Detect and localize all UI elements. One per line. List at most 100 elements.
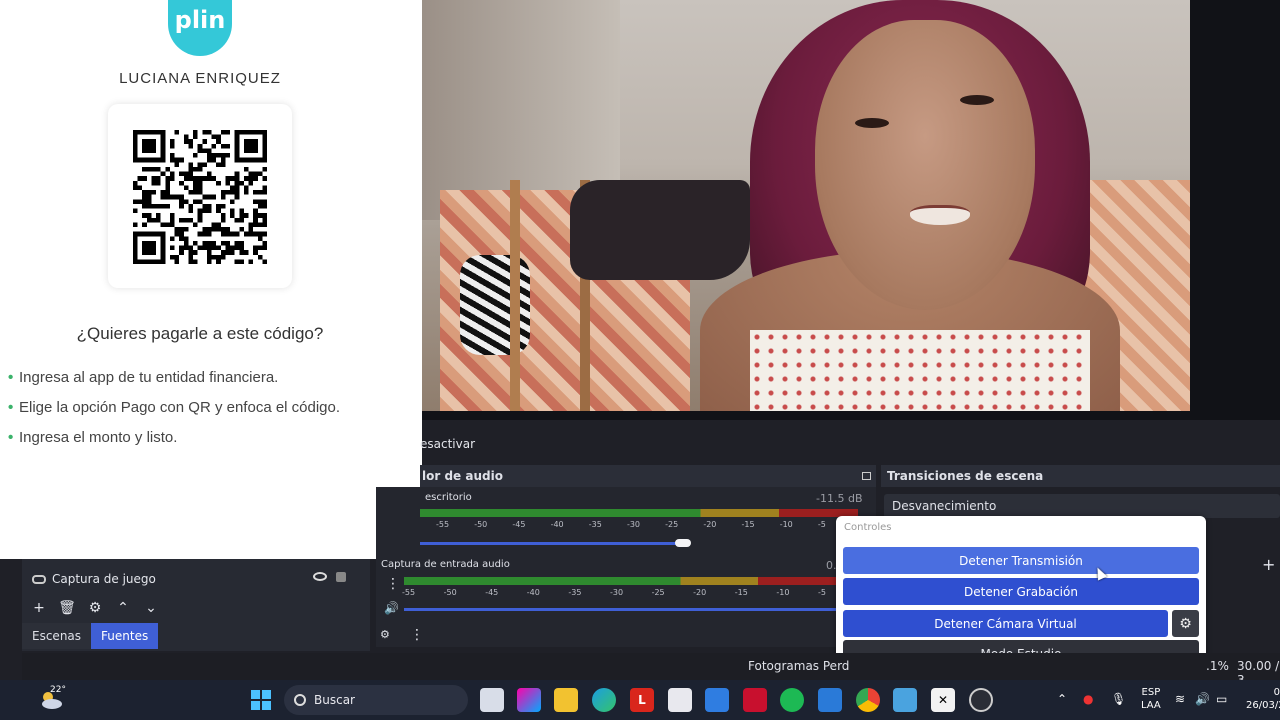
language-indicator[interactable]: ESP LAA: [1141, 686, 1161, 712]
volume-slider[interactable]: [420, 542, 682, 545]
edge-icon[interactable]: [592, 688, 616, 712]
visibility-eye-icon[interactable]: [313, 572, 327, 581]
start-icon[interactable]: [249, 688, 273, 712]
track-name: escritorio: [425, 492, 472, 503]
move-down-button[interactable]: ⌄: [142, 600, 160, 616]
person-mouth: [910, 205, 970, 225]
clock[interactable]: 0 26/03/2: [1246, 686, 1280, 712]
deactivate-button[interactable]: esactivar: [420, 431, 490, 457]
qr-code: [133, 130, 267, 264]
source-properties-button[interactable]: ⚙: [86, 600, 104, 616]
remove-source-button[interactable]: 🗑: [58, 600, 76, 616]
scale-tick: -55: [436, 520, 450, 529]
webcam-clothes: [570, 180, 750, 280]
move-up-button[interactable]: ⌃: [114, 600, 132, 616]
sources-toolbar: + 🗑 ⚙ ⌃ ⌄: [22, 597, 370, 619]
tray-chevron-icon[interactable]: ⌃: [1057, 692, 1067, 706]
gear-icon[interactable]: ⚙: [1172, 610, 1199, 637]
file-explorer-icon[interactable]: [554, 688, 578, 712]
plin-step: Elige la opción Pago con QR y enfoca el …: [8, 398, 358, 418]
scale-tick: -40: [550, 520, 564, 529]
scale-tick: -10: [779, 520, 793, 529]
volume-meter: [420, 509, 858, 517]
webcam-feed: [420, 0, 1190, 411]
person-eye-right: [960, 95, 994, 105]
search-placeholder: Buscar: [314, 693, 355, 707]
add-transition-button[interactable]: +: [1262, 555, 1275, 574]
mcafee-icon[interactable]: [743, 688, 767, 712]
plin-logo: plin: [168, 0, 232, 56]
plin-question: ¿Quieres pagarle a este código?: [76, 324, 324, 343]
scale-tick: -25: [665, 520, 679, 529]
lock-icon[interactable]: [336, 572, 346, 582]
scale-tick: -5: [817, 588, 826, 597]
scale-tick: -30: [609, 588, 624, 597]
scale-tick: -20: [693, 588, 707, 597]
taskbar-search[interactable]: Buscar: [284, 685, 468, 715]
stop-stream-button[interactable]: Detener Transmisión: [843, 547, 1199, 574]
copilot-icon[interactable]: [517, 688, 541, 712]
tab-escenas[interactable]: Escenas: [22, 623, 92, 649]
scale-tick: -25: [651, 588, 665, 597]
clock-date: 26/03/2: [1246, 700, 1280, 711]
stop-recording-button[interactable]: Detener Grabación: [843, 578, 1199, 605]
scale-tick: -50: [474, 520, 488, 529]
audio-mixer-header: lor de audio: [420, 465, 876, 487]
scale-tick: -30: [626, 520, 641, 529]
microphone-icon[interactable]: 🎙: [1111, 692, 1126, 706]
track-db: 0.: [826, 559, 837, 572]
lang-bottom: LAA: [1141, 700, 1161, 711]
tab-fuentes[interactable]: Fuentes: [91, 623, 159, 649]
mail-icon[interactable]: [818, 688, 842, 712]
store-icon[interactable]: [668, 688, 692, 712]
volume-slider[interactable]: [404, 608, 836, 611]
scale-tick: -10: [776, 588, 790, 597]
scale-tick: -35: [568, 588, 582, 597]
meter-scale: -55 -50 -45 -40 -35 -30 -25 -20 -15 -10 -5: [436, 520, 826, 532]
mixer-settings-icon[interactable]: ⚙: [380, 628, 390, 641]
capcut-icon[interactable]: ✕: [931, 688, 955, 712]
undock-icon[interactable]: [862, 472, 871, 480]
scale-tick: -40: [526, 588, 540, 597]
audio-mixer: escritorio -11.5 dB -55 -50 -45 -40 -35 -30 -2…: [376, 487, 876, 647]
battery-icon[interactable]: ▭: [1216, 692, 1227, 706]
volume-icon[interactable]: 🔊: [1195, 692, 1210, 706]
meter-scale: -55 -50 -45 -40 -35 -30 -25 -20 -15 -10 -5: [402, 588, 826, 600]
stop-virtual-camera-button[interactable]: Detener Cámara Virtual: [843, 610, 1168, 637]
speaker-icon[interactable]: 🔊: [384, 601, 399, 615]
app-window-icon[interactable]: [893, 688, 917, 712]
plin-logo-text: plin: [174, 6, 226, 34]
scale-tick: -15: [741, 520, 755, 529]
person-shirt: [750, 330, 1090, 411]
mixer-menu-icon[interactable]: ⋮: [410, 627, 424, 643]
cpu-percent: .1%: [1206, 659, 1229, 673]
tray-app-icon[interactable]: ●: [1083, 692, 1093, 706]
clock-time: 0: [1273, 687, 1280, 698]
add-source-button[interactable]: +: [30, 600, 48, 616]
volume-slider-knob[interactable]: [675, 539, 691, 547]
app-l-icon[interactable]: L: [630, 688, 654, 712]
dropped-frames-label: Fotogramas Perd: [748, 659, 850, 673]
windows-taskbar: 22° Buscar L ✕ ⌃ ● 🎙 ESP LAA ≋ 🔊 ▭ 0 26/…: [0, 680, 1280, 720]
spotify-icon[interactable]: [780, 688, 804, 712]
task-view-icon[interactable]: [480, 688, 504, 712]
gamepad-icon: [32, 574, 46, 584]
chrome-icon[interactable]: [856, 688, 880, 712]
account-name: LUCIANA ENRIQUEZ: [119, 70, 281, 87]
dock-tabs: Escenas Fuentes: [22, 623, 159, 649]
plin-steps: Ingresa al app de tu entidad financiera.…: [8, 368, 358, 458]
pen-app-icon[interactable]: [705, 688, 729, 712]
status-bar: Fotogramas Perd .1% 30.00 / 3: [22, 653, 1280, 687]
obs-icon[interactable]: [969, 688, 993, 712]
track-menu-icon[interactable]: ⋮: [386, 576, 400, 592]
source-label: Captura de juego: [52, 572, 156, 586]
volume-meter: [404, 577, 836, 585]
person-face: [815, 20, 1035, 310]
search-icon: [294, 694, 306, 706]
wifi-icon[interactable]: ≋: [1175, 692, 1185, 706]
transition-select[interactable]: Desvanecimiento: [884, 494, 1280, 518]
scale-tick: -20: [703, 520, 717, 529]
scale-tick: -50: [443, 588, 457, 597]
plin-step: Ingresa al app de tu entidad financiera.: [8, 368, 358, 388]
plin-payment-card: plin LUCIANA ENRIQUEZ ¿Quieres pagarle a…: [0, 0, 422, 559]
